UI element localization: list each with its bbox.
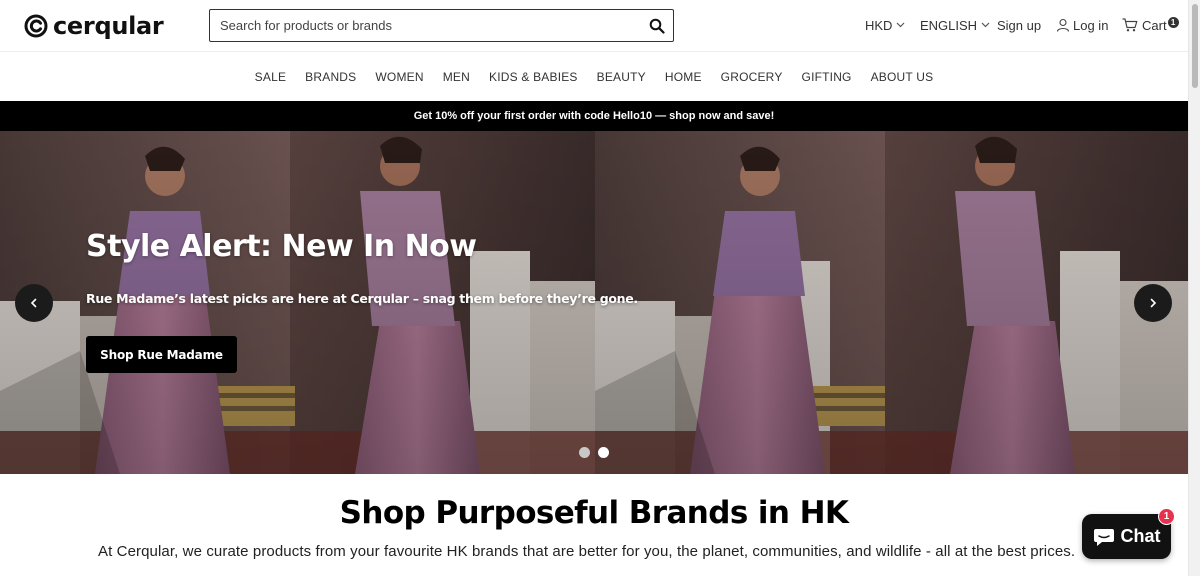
- scrollbar-thumb[interactable]: [1192, 4, 1198, 88]
- nav-item-women[interactable]: WOMEN: [375, 70, 423, 84]
- nav-item-men[interactable]: MEN: [443, 70, 470, 84]
- chevron-left-icon: [30, 298, 37, 308]
- user-icon: [1056, 18, 1070, 32]
- logo-text: cerqular: [53, 12, 164, 40]
- chat-bubble-icon: [1093, 528, 1114, 546]
- chat-notification-badge: 1: [1158, 508, 1175, 525]
- promo-text: Get 10% off your first order with code H…: [413, 110, 775, 122]
- carousel-next-button[interactable]: [1134, 284, 1172, 322]
- nav-item-grocery[interactable]: GROCERY: [721, 70, 783, 84]
- language-label: ENGLISH: [920, 17, 978, 33]
- carousel-prev-button[interactable]: [15, 284, 53, 322]
- cerqular-c-icon: [24, 14, 48, 38]
- hero-title: Style Alert: New In Now: [86, 229, 477, 264]
- signup-link[interactable]: Sign up: [997, 18, 1041, 33]
- nav-item-about-us[interactable]: ABOUT US: [871, 70, 934, 84]
- promo-bar: Get 10% off your first order with code H…: [0, 101, 1188, 131]
- search-input[interactable]: [210, 10, 630, 41]
- cart-link[interactable]: Cart 1: [1122, 16, 1179, 33]
- main-nav: SALE BRANDS WOMEN MEN KIDS & BABIES BEAU…: [0, 53, 1188, 101]
- shop-rue-madame-button[interactable]: Shop Rue Madame: [86, 336, 237, 373]
- nav-item-beauty[interactable]: BEAUTY: [597, 70, 646, 84]
- chat-label: Chat: [1120, 526, 1161, 546]
- carousel-dot-2[interactable]: [598, 447, 609, 458]
- language-selector[interactable]: ENGLISH: [920, 0, 990, 50]
- nav-item-brands[interactable]: BRANDS: [305, 70, 356, 84]
- nav-item-gifting[interactable]: GIFTING: [802, 70, 852, 84]
- cart-count-badge: 1: [1167, 16, 1179, 28]
- hero-carousel: Style Alert: New In Now Rue Madame’s lat…: [0, 131, 1188, 474]
- cart-icon: [1122, 18, 1138, 32]
- currency-selector[interactable]: HKD: [865, 0, 905, 50]
- language-dropdown[interactable]: ENGLISH: [920, 18, 990, 33]
- nav-item-home[interactable]: HOME: [665, 70, 702, 84]
- login-label: Log in: [1073, 17, 1109, 33]
- search-icon[interactable]: [649, 18, 665, 34]
- currency-label: HKD: [865, 17, 893, 33]
- site-header: cerqular HKD ENGLISH Sign up Log in: [0, 0, 1188, 52]
- chat-button[interactable]: Chat: [1082, 514, 1171, 559]
- section-title: Shop Purposeful Brands in HK: [339, 495, 849, 531]
- site-logo[interactable]: cerqular: [24, 11, 164, 41]
- page-scrollbar[interactable]: [1188, 0, 1200, 576]
- carousel-dot-1[interactable]: [579, 447, 590, 458]
- search-bar: [209, 9, 674, 42]
- section-intro: At Cerqular, we curate products from you…: [98, 543, 1076, 560]
- nav-item-sale[interactable]: SALE: [255, 70, 287, 84]
- nav-item-kids-babies[interactable]: KIDS & BABIES: [489, 70, 578, 84]
- currency-dropdown[interactable]: HKD: [865, 18, 905, 33]
- chevron-down-icon: [897, 22, 905, 28]
- chevron-down-icon: [981, 22, 990, 28]
- hero-subtitle: Rue Madame’s latest picks are here at Ce…: [86, 291, 638, 306]
- login-link[interactable]: Log in: [1056, 18, 1108, 33]
- cart-label: Cart: [1142, 17, 1167, 33]
- chevron-right-icon: [1150, 298, 1157, 308]
